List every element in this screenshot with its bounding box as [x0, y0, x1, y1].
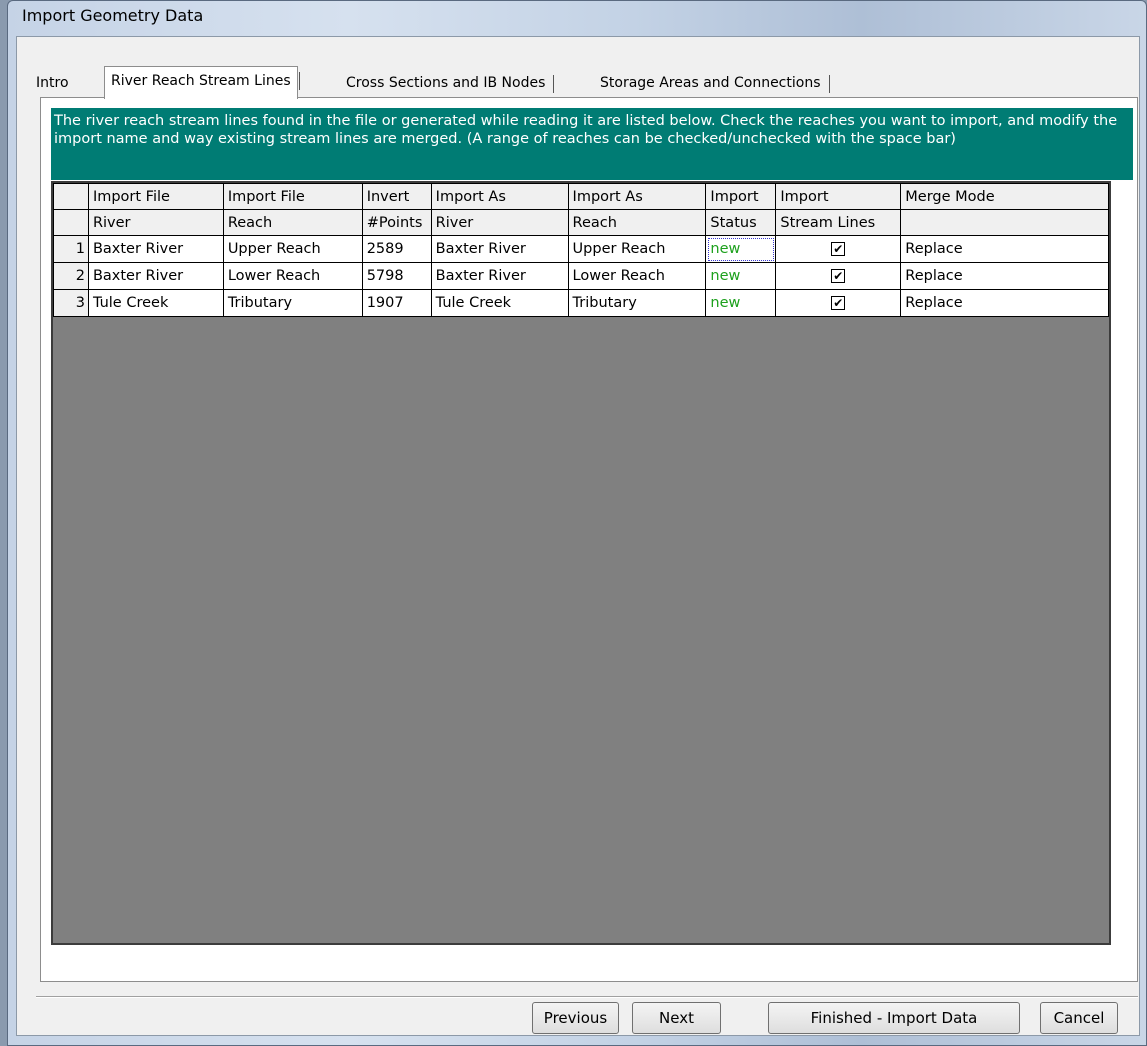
col-header: Import	[775, 183, 902, 210]
cell-invert-points: 2589	[361, 235, 432, 263]
row-number[interactable]: 3	[53, 289, 89, 317]
col-header: Status	[705, 209, 777, 236]
reach-grid[interactable]: Import File Import File Invert Import As…	[51, 181, 1111, 945]
cell-merge-mode[interactable]: Replace	[900, 235, 1109, 263]
cell-file-river: Baxter River	[87, 262, 224, 290]
cell-import-stream-lines[interactable]: ✔	[775, 289, 902, 317]
cell-import-river[interactable]: Baxter River	[430, 262, 569, 290]
table-row[interactable]: 2 Baxter River Lower Reach 5798 Baxter R…	[53, 262, 1109, 290]
tab-storage-areas[interactable]: Storage Areas and Connections	[594, 70, 830, 96]
cell-file-reach: Tributary	[222, 289, 363, 317]
corner-cell	[53, 183, 89, 210]
window-title: Import Geometry Data	[22, 6, 204, 25]
cell-import-reach[interactable]: Upper Reach	[567, 235, 707, 263]
col-header: Reach	[222, 209, 363, 236]
cell-import-stream-lines[interactable]: ✔	[775, 235, 902, 263]
col-header: Import As	[567, 183, 707, 210]
tab-river-reach-stream-lines[interactable]: River Reach Stream Lines	[104, 66, 300, 99]
cell-import-status: new	[705, 235, 777, 263]
separator-highlight	[36, 997, 1138, 998]
col-header: Merge Mode	[900, 183, 1109, 210]
col-header: Import File	[87, 183, 224, 210]
checkmark-box-icon[interactable]: ✔	[831, 242, 846, 256]
col-header: Import As	[430, 183, 569, 210]
col-header: Reach	[567, 209, 707, 236]
cell-import-status: new	[705, 289, 777, 317]
cell-import-river[interactable]: Baxter River	[430, 235, 569, 263]
cell-import-stream-lines[interactable]: ✔	[775, 262, 902, 290]
col-header: River	[87, 209, 224, 236]
cell-merge-mode[interactable]: Replace	[900, 262, 1109, 290]
col-header: Stream Lines	[775, 209, 902, 236]
checkmark-box-icon[interactable]: ✔	[831, 269, 846, 283]
col-header: Invert	[361, 183, 432, 210]
tab-cross-sections[interactable]: Cross Sections and IB Nodes	[340, 70, 555, 96]
table-row[interactable]: 1 Baxter River Upper Reach 2589 Baxter R…	[53, 235, 1109, 263]
cell-invert-points: 1907	[361, 289, 432, 317]
reach-table: Import File Import File Invert Import As…	[53, 183, 1109, 317]
cell-file-river: Baxter River	[87, 235, 224, 263]
previous-button[interactable]: Previous	[532, 1002, 619, 1034]
cell-file-river: Tule Creek	[87, 289, 224, 317]
table-row[interactable]: 3 Tule Creek Tributary 1907 Tule Creek T…	[53, 289, 1109, 317]
col-header: Import	[705, 183, 777, 210]
header-row-2: River Reach #Points River Reach Status S…	[53, 209, 1109, 236]
corner-cell	[53, 209, 89, 236]
cell-import-river[interactable]: Tule Creek	[430, 289, 569, 317]
cell-import-reach[interactable]: Lower Reach	[567, 262, 707, 290]
col-header	[900, 209, 1109, 236]
cell-import-status: new	[705, 262, 777, 290]
cell-file-reach: Upper Reach	[222, 235, 363, 263]
header-row-1: Import File Import File Invert Import As…	[53, 183, 1109, 210]
tab-intro[interactable]: Intro	[30, 70, 75, 96]
col-header: Import File	[222, 183, 363, 210]
checkmark-box-icon[interactable]: ✔	[831, 296, 846, 310]
cell-merge-mode[interactable]: Replace	[900, 289, 1109, 317]
cell-invert-points: 5798	[361, 262, 432, 290]
next-button[interactable]: Next	[632, 1002, 721, 1034]
finished-import-data-button[interactable]: Finished - Import Data	[768, 1002, 1020, 1034]
cell-file-reach: Lower Reach	[222, 262, 363, 290]
row-number[interactable]: 2	[53, 262, 89, 290]
instructions-banner: The river reach stream lines found in th…	[51, 108, 1133, 180]
col-header: #Points	[361, 209, 432, 236]
cancel-button[interactable]: Cancel	[1040, 1002, 1118, 1034]
row-number[interactable]: 1	[53, 235, 89, 263]
col-header: River	[430, 209, 569, 236]
cell-import-reach[interactable]: Tributary	[567, 289, 707, 317]
